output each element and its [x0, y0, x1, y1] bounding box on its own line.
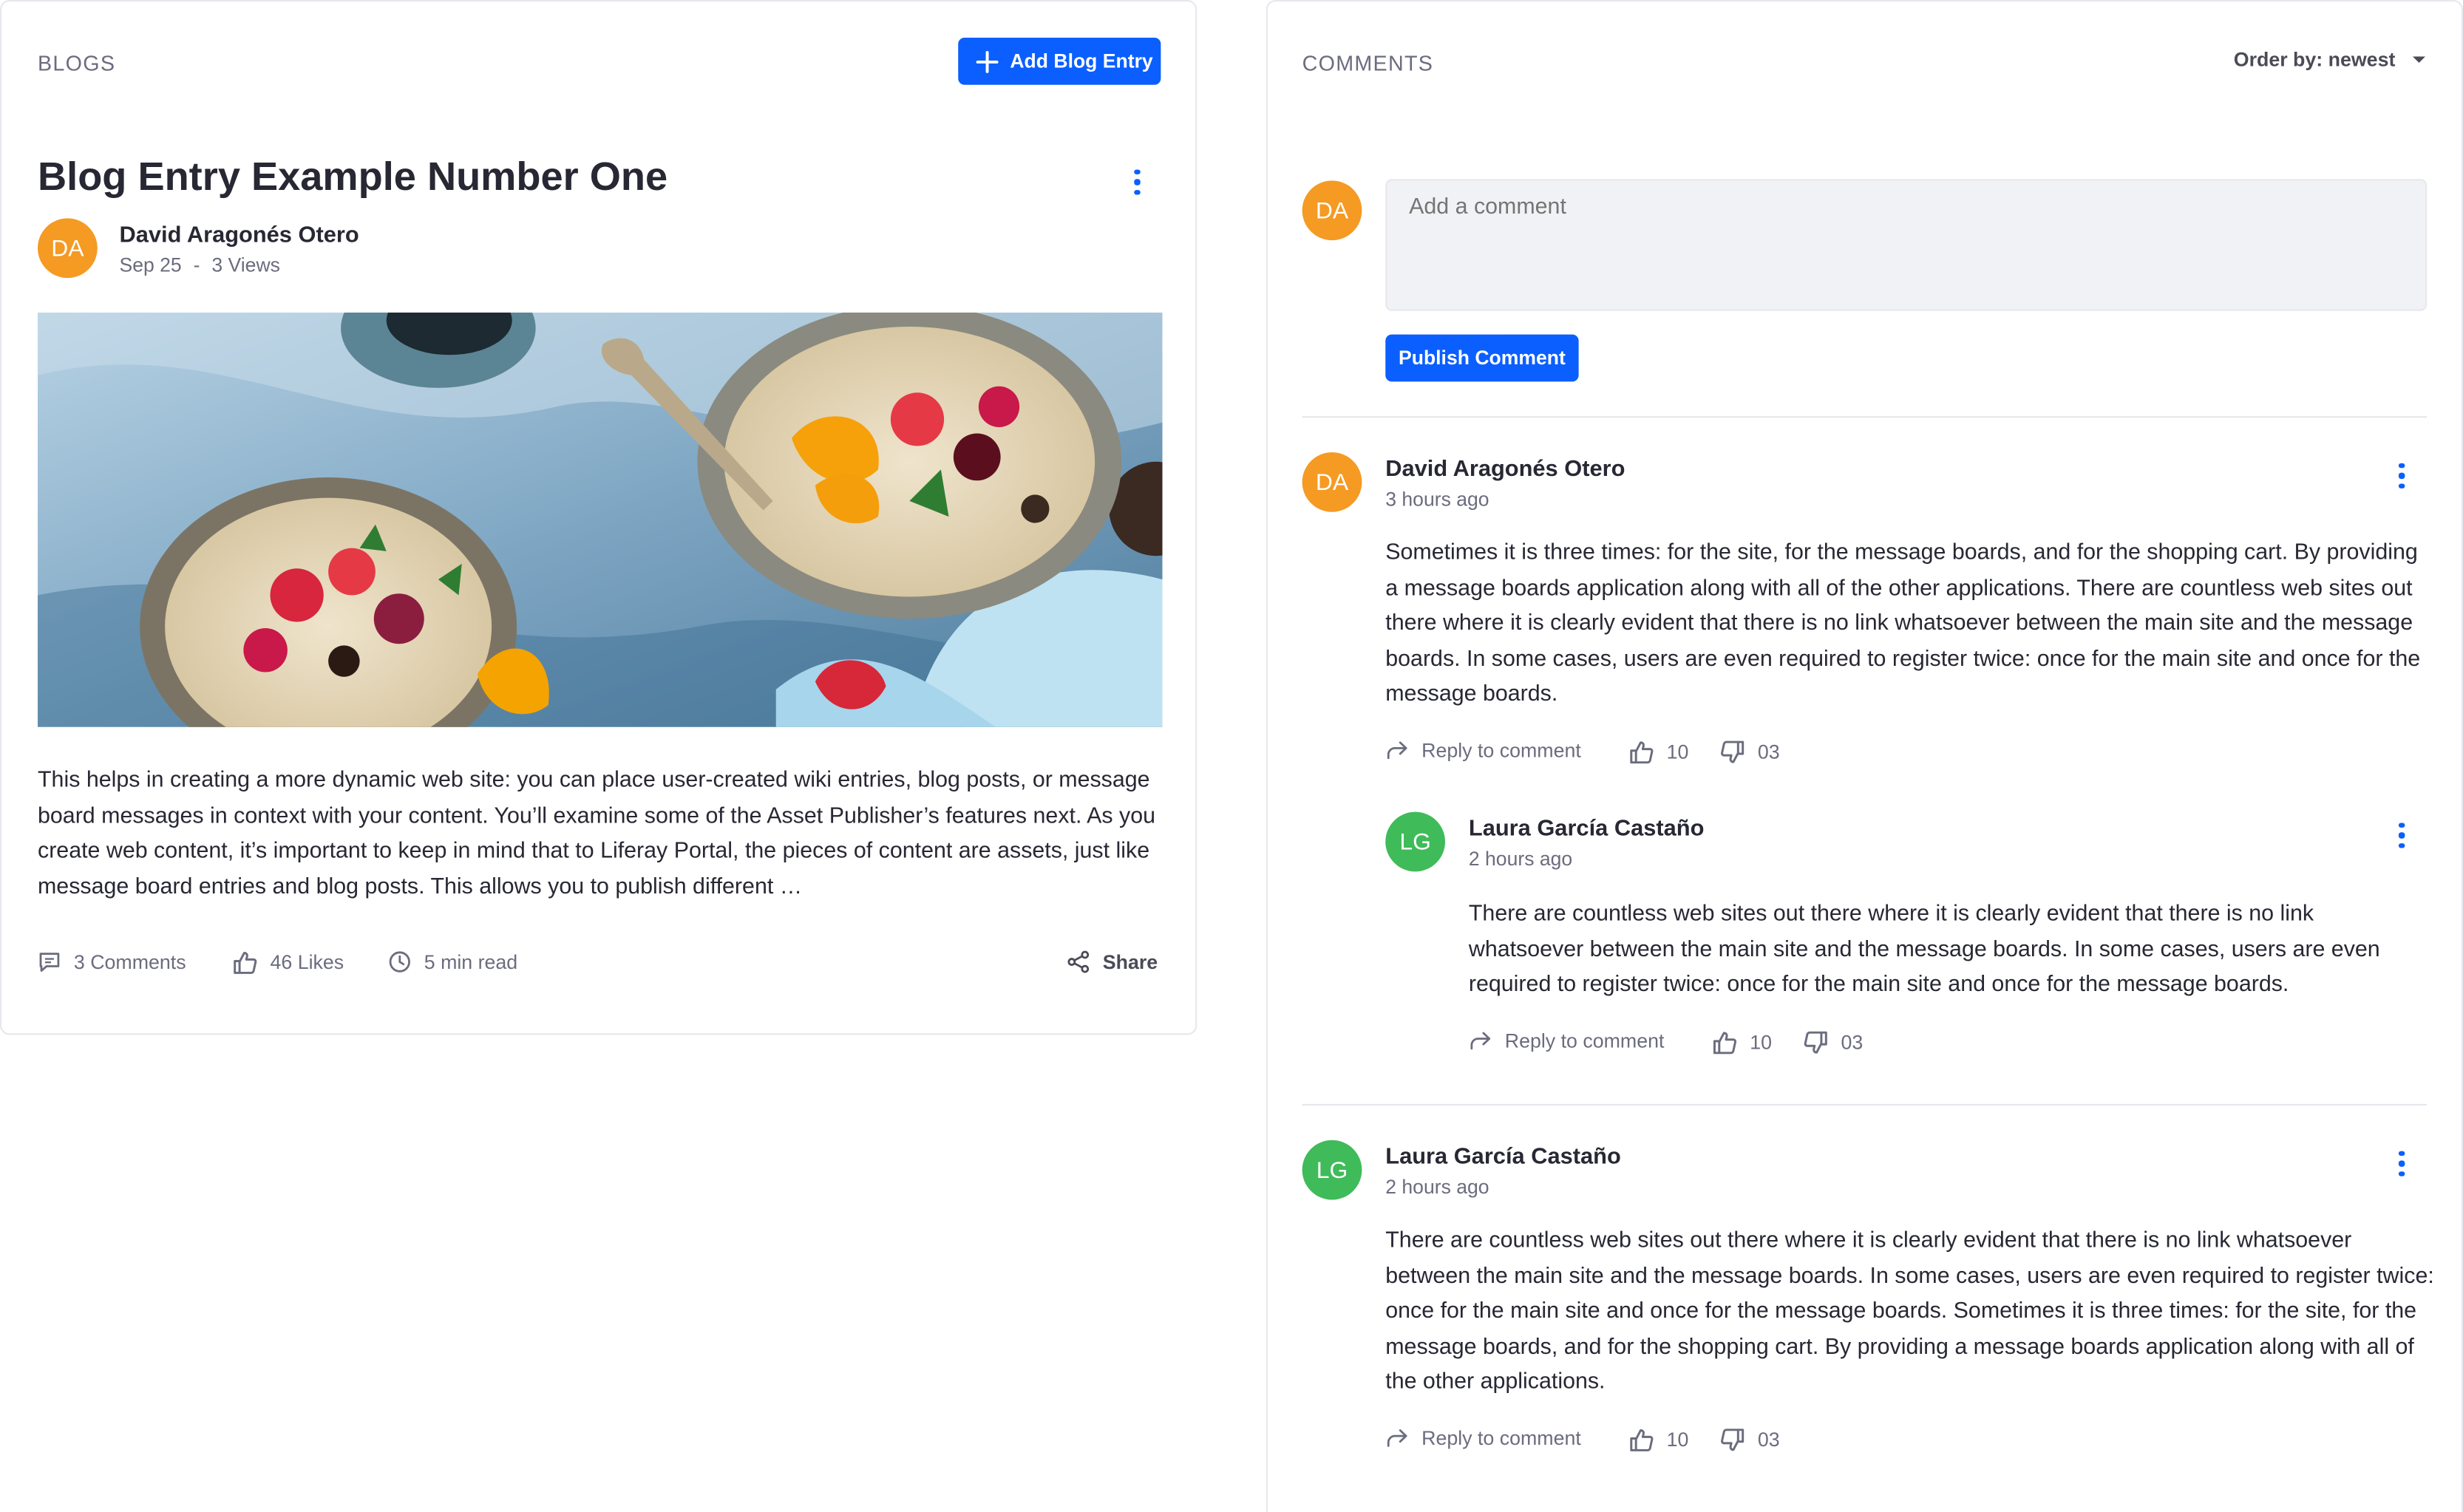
divider [1302, 416, 2428, 418]
comment-dislike-button[interactable]: 03 [1720, 1428, 1780, 1453]
reply-like-button[interactable]: 10 [1712, 1030, 1772, 1055]
caret-down-icon [2412, 56, 2425, 63]
likes-button[interactable]: 46 Likes [233, 950, 344, 975]
comment-like-count: 10 [1666, 1428, 1689, 1451]
comment-time: 2 hours ago [1385, 1176, 1489, 1199]
comment-avatar: DA [1302, 452, 1362, 512]
divider [1302, 1103, 2428, 1106]
thumbs-down-icon [1721, 1428, 1745, 1451]
read-time: 5 min read [388, 950, 517, 974]
reply-avatar: LG [1385, 811, 1445, 872]
plus-icon [976, 50, 999, 72]
comment-like-button[interactable]: 10 [1629, 1428, 1689, 1453]
blogs-section-title: BLOGS [38, 52, 116, 75]
order-by-dropdown[interactable]: Order by: newest [2234, 49, 2427, 71]
reply-icon [1470, 1032, 1491, 1050]
entry-views: 3 Views [211, 254, 280, 276]
add-blog-entry-label: Add Blog Entry [1010, 50, 1153, 72]
comment-dislike-button[interactable]: 03 [1720, 740, 1780, 765]
reply-label: Reply to comment [1421, 739, 1581, 762]
blog-entry-options-kebab-icon[interactable] [1125, 163, 1150, 201]
comment-options-kebab-icon[interactable] [2389, 1145, 2414, 1182]
blog-entry-excerpt: This helps in creating a more dynamic we… [38, 768, 1156, 900]
comments-card: COMMENTS Order by: newest DA Publish Com… [1266, 0, 2463, 1512]
reply-label: Reply to comment [1504, 1030, 1665, 1052]
share-icon [1067, 950, 1090, 973]
reply-dislike-count: 03 [1841, 1032, 1864, 1054]
page: BLOGS Add Blog Entry Blog Entry Example … [0, 0, 2463, 1512]
share-button[interactable]: Share [1067, 950, 1158, 974]
reply-options-kebab-icon[interactable] [2389, 817, 2414, 854]
comment-author[interactable]: David Aragonés Otero [1385, 457, 1625, 482]
comment-text: Sometimes it is three times: for the sit… [1385, 540, 2421, 708]
composer-avatar: DA [1302, 180, 1362, 241]
comment-avatar: LG [1302, 1140, 1362, 1200]
publish-comment-button[interactable]: Publish Comment [1385, 334, 1579, 382]
comment-dislike-count: 03 [1757, 741, 1780, 763]
likes-count: 46 Likes [270, 951, 344, 974]
comments-count: 3 Comments [73, 950, 186, 973]
thumbs-up-icon [234, 951, 257, 974]
comment-author[interactable]: Laura García Castaño [1385, 1145, 1621, 1170]
comments-section-title: COMMENTS [1302, 52, 1434, 75]
entry-meta: Sep 25 - 3 Views [120, 254, 280, 276]
reply-label: Reply to comment [1421, 1427, 1581, 1450]
order-by-label: Order by: newest [2233, 48, 2396, 71]
author-avatar: DA [38, 218, 98, 279]
reply-to-comment-button[interactable]: Reply to comment [1385, 1427, 1581, 1450]
add-blog-entry-button[interactable]: Add Blog Entry [958, 38, 1161, 85]
comment-options-kebab-icon[interactable] [2389, 457, 2414, 494]
reply-author[interactable]: Laura García Castaño [1469, 817, 1705, 842]
thumbs-up-icon [1630, 1428, 1654, 1451]
reply-like-count: 10 [1750, 1032, 1773, 1054]
thumbs-up-icon [1713, 1032, 1737, 1055]
read-time-label: 5 min read [424, 950, 518, 973]
add-comment-input[interactable] [1385, 179, 2428, 311]
comment-icon [39, 953, 60, 972]
reply-dislike-button[interactable]: 03 [1804, 1030, 1864, 1055]
comment-dislike-count: 03 [1757, 1428, 1780, 1451]
blog-entry-title[interactable]: Blog Entry Example Number One [38, 155, 667, 201]
thumbs-up-icon [1630, 741, 1654, 764]
comment-text: There are countless web sites out there … [1385, 1227, 2434, 1395]
reply-text: There are countless web sites out there … [1468, 901, 2380, 998]
reply-icon [1387, 1429, 1407, 1447]
comment-like-count: 10 [1666, 741, 1689, 763]
reply-time: 2 hours ago [1468, 848, 1573, 871]
share-label: Share [1102, 950, 1158, 973]
thumbs-down-icon [1804, 1031, 1827, 1054]
thumbs-down-icon [1721, 740, 1745, 763]
blog-entry-image [38, 312, 1163, 727]
reply-icon [1387, 741, 1407, 760]
comment-like-button[interactable]: 10 [1629, 740, 1689, 765]
reply-to-comment-button[interactable]: Reply to comment [1385, 740, 1581, 762]
meta-separator: - [193, 254, 200, 276]
author-name[interactable]: David Aragonés Otero [120, 223, 359, 248]
comment-time: 3 hours ago [1385, 488, 1489, 511]
comments-count-link[interactable]: 3 Comments [38, 950, 186, 974]
entry-date: Sep 25 [119, 254, 182, 276]
blog-card: BLOGS Add Blog Entry Blog Entry Example … [0, 0, 1197, 1035]
reply-to-comment-button[interactable]: Reply to comment [1469, 1030, 1665, 1052]
clock-icon [389, 951, 410, 973]
